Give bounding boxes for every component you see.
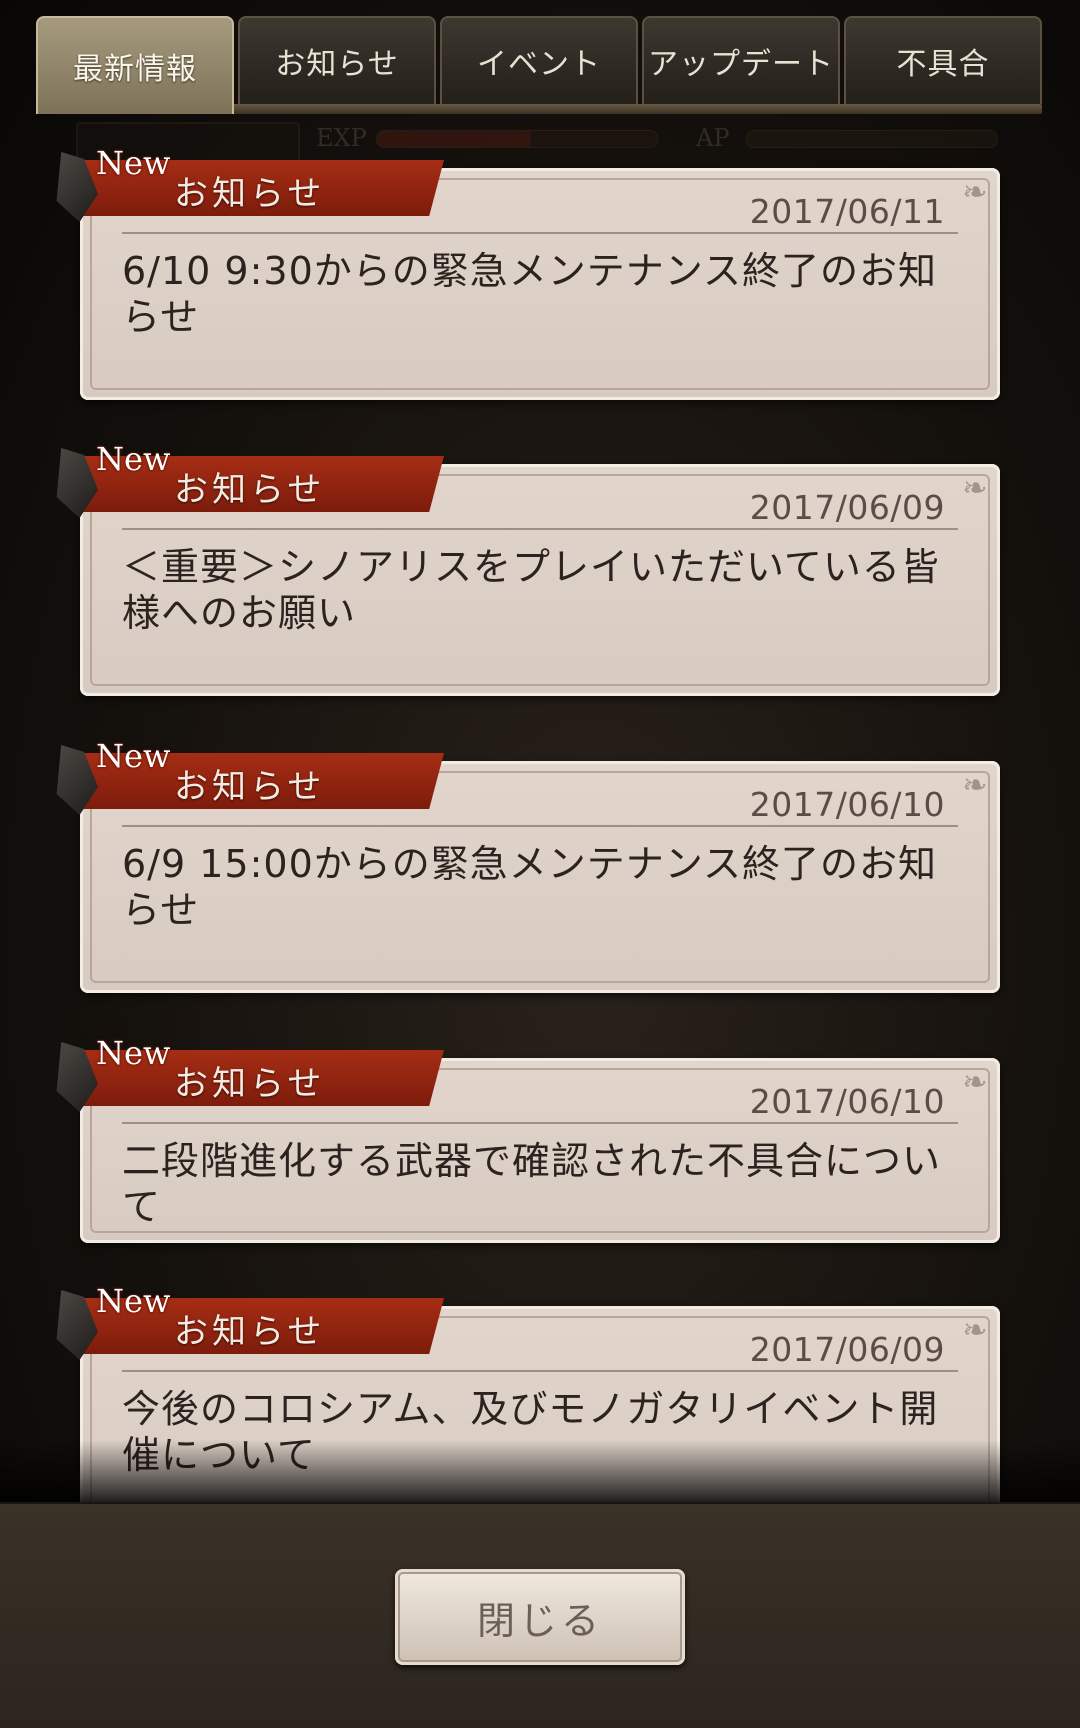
notice-card[interactable]: ❧ New お知らせ 2017/06/09 今後のコロシアム、及びモノガタリイベ…: [56, 1282, 1000, 1502]
notice-date: 2017/06/09: [749, 1330, 945, 1369]
ornament-icon: ❧: [962, 1065, 988, 1100]
close-button[interactable]: 閉じる: [395, 1569, 685, 1665]
card-divider: [122, 825, 958, 827]
bottom-panel: 閉じる: [0, 1502, 1080, 1728]
notice-date: 2017/06/11: [749, 192, 945, 231]
new-badge: New: [96, 1034, 171, 1072]
notice-card[interactable]: ❧ New お知らせ 2017/06/11 6/10 9:30からの緊急メンテナ…: [56, 144, 1000, 400]
card-divider: [122, 528, 958, 530]
tab-latest[interactable]: 最新情報: [36, 16, 234, 114]
notice-title: 6/10 9:30からの緊急メンテナンス終了のお知らせ: [122, 249, 937, 339]
new-badge: New: [96, 1282, 171, 1320]
notice-ribbon: New お知らせ: [52, 737, 447, 815]
notice-title: ＜重要＞シノアリスをプレイいただいている皆様へのお願い: [122, 545, 940, 635]
ornament-icon: ❧: [962, 471, 988, 506]
tab-notices[interactable]: お知らせ: [238, 16, 436, 104]
notice-screen: EXP AP 最新情報 お知らせ イベント アップデート 不具合 ❧ New お…: [0, 0, 1080, 1728]
notice-list[interactable]: ❧ New お知らせ 2017/06/11 6/10 9:30からの緊急メンテナ…: [0, 120, 1080, 1502]
notice-category: お知らせ: [174, 1064, 326, 1104]
new-badge: New: [96, 144, 171, 182]
card-divider: [122, 1370, 958, 1372]
ornament-icon: ❧: [962, 175, 988, 210]
notice-card[interactable]: ❧ New お知らせ 2017/06/10 6/9 15:00からの緊急メンテナ…: [56, 737, 1000, 993]
notice-title: 今後のコロシアム、及びモノガタリイベント開催について: [122, 1387, 939, 1477]
notice-category: お知らせ: [174, 1312, 326, 1352]
ornament-icon: ❧: [962, 1313, 988, 1348]
notice-date: 2017/06/09: [749, 488, 945, 527]
notice-category: お知らせ: [174, 470, 326, 510]
notice-category: お知らせ: [174, 174, 326, 214]
notice-card[interactable]: ❧ New お知らせ 2017/06/10 二段階進化する武器で確認された不具合…: [56, 1034, 1000, 1243]
tab-bar: 最新情報 お知らせ イベント アップデート 不具合: [36, 16, 1042, 114]
notice-ribbon: New お知らせ: [52, 144, 447, 222]
notice-date: 2017/06/10: [749, 1082, 945, 1121]
notice-title: 6/9 15:00からの緊急メンテナンス終了のお知らせ: [122, 842, 937, 932]
notice-category: お知らせ: [174, 767, 326, 807]
notice-ribbon: New お知らせ: [52, 1282, 447, 1360]
notice-card[interactable]: ❧ New お知らせ 2017/06/09 ＜重要＞シノアリスをプレイいただいて…: [56, 440, 1000, 696]
new-badge: New: [96, 737, 171, 775]
notice-title: 二段階進化する武器で確認された不具合について: [122, 1139, 942, 1229]
notice-ribbon: New お知らせ: [52, 440, 447, 518]
new-badge: New: [96, 440, 171, 478]
ornament-icon: ❧: [962, 768, 988, 803]
tab-bugs[interactable]: 不具合: [844, 16, 1042, 104]
tab-events[interactable]: イベント: [440, 16, 638, 104]
card-divider: [122, 232, 958, 234]
notice-ribbon: New お知らせ: [52, 1034, 447, 1112]
notice-date: 2017/06/10: [749, 785, 945, 824]
tab-updates[interactable]: アップデート: [642, 16, 840, 104]
card-divider: [122, 1122, 958, 1124]
